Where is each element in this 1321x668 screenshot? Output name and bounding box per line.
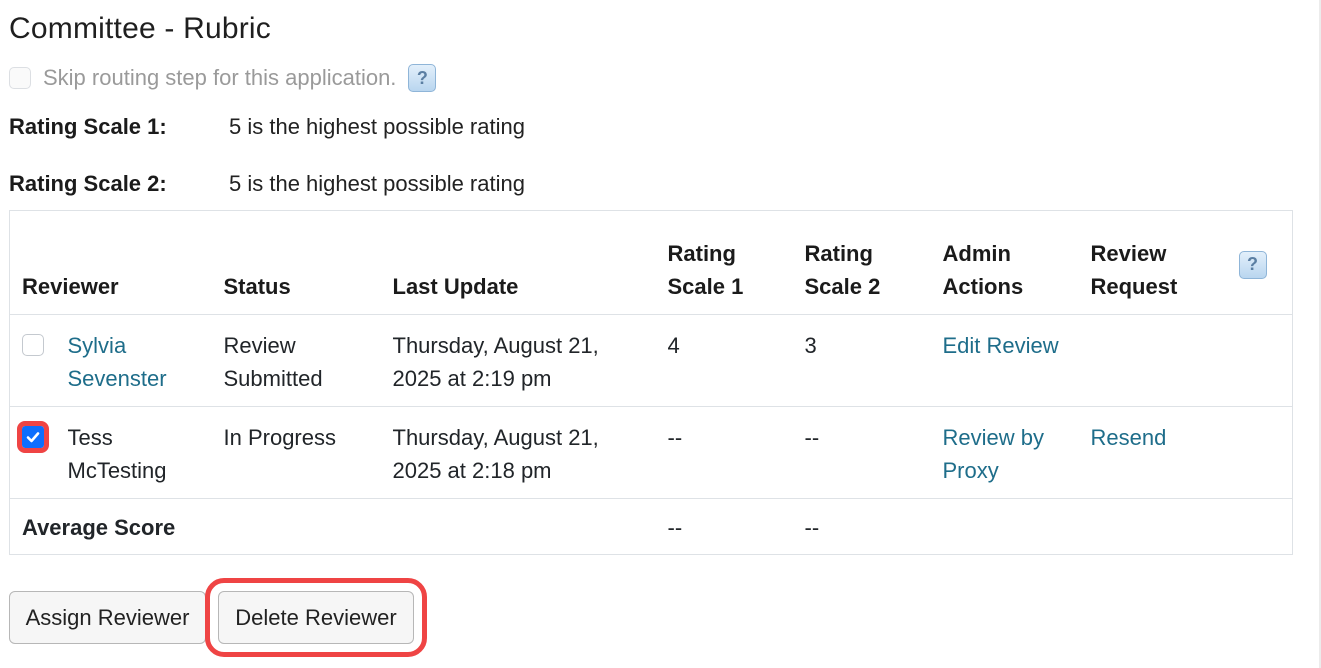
reviewers-table: Reviewer Status Last Update Rating Scale … [9,210,1293,555]
checkmark-icon [26,432,40,443]
status-cell: In Progress [223,406,393,499]
header-review-request: Review Request [1090,241,1178,299]
header-help-cell: ? [1238,211,1293,315]
row-select-cell [9,314,68,407]
last-update-cell: Thursday, August 21, 2025 at 2:18 pm [392,406,668,499]
header-last-update: Last Update [392,274,519,299]
row-select-checkbox[interactable] [22,334,44,356]
empty-cell [942,498,1293,555]
average-score-row: Average Score -- -- [9,498,1293,555]
row-select-checkbox[interactable] [17,421,49,453]
rating-scale-2-cell: 3 [804,314,943,407]
header-admin-actions: Admin Actions [942,241,1024,299]
rating-scale-1-value: 5 is the highest possible rating [229,114,525,139]
review-request-cell: Resend [1090,406,1239,499]
skip-routing-checkbox[interactable] [9,67,31,89]
admin-actions-cell: Edit Review [942,314,1239,407]
reviewer-cell: Tess McTesting [67,406,224,499]
help-icon[interactable]: ? [408,64,437,92]
rating-scale-2-cell: -- [804,406,943,499]
table-row: Tess McTesting In Progress Thursday, Augu… [9,406,1293,499]
average-score-label: Average Score [9,498,668,555]
skip-routing-row: Skip routing step for this application. … [9,64,437,92]
rating-scale-1-label: Rating Scale 1: [9,114,167,139]
review-by-proxy-link[interactable]: Review by Proxy [943,425,1044,483]
last-update-cell: Thursday, August 21, 2025 at 2:19 pm [392,314,668,407]
reviewer-link[interactable]: Sylvia Sevenster [68,333,167,391]
header-status: Status [223,274,291,299]
row-select-cell [9,406,68,499]
table-row: Sylvia Sevenster Review Submitted Thursday… [9,314,1293,407]
resend-link[interactable]: Resend [1091,425,1167,450]
average-scale-2: -- [804,498,943,555]
delete-reviewer-button[interactable]: Delete Reviewer [205,578,427,657]
assign-reviewer-button[interactable]: Assign Reviewer [9,591,206,644]
rating-scale-2-label: Rating Scale 2: [9,171,167,196]
skip-routing-label: Skip routing step for this application. [43,65,397,90]
reviewer-cell: Sylvia Sevenster [67,314,224,407]
rating-scale-1-row: Rating Scale 1: 5 is the highest possibl… [9,114,525,140]
empty-cell [1238,314,1293,407]
edit-review-link[interactable]: Edit Review [943,333,1059,358]
help-icon[interactable]: ? [1238,250,1267,279]
rating-scale-2-value: 5 is the highest possible rating [229,171,525,196]
table-header-row: Reviewer Status Last Update Rating Scale … [10,211,1293,315]
status-cell: Review Submitted [223,314,393,407]
admin-actions-cell: Review by Proxy [942,406,1091,499]
header-rating-scale-1: Rating Scale 1 [667,241,744,299]
rating-scale-1-cell: -- [667,406,805,499]
rating-scale-2-row: Rating Scale 2: 5 is the highest possibl… [9,171,525,197]
empty-cell [1238,406,1293,499]
page-title: Committee - Rubric [9,12,271,45]
header-rating-scale-2: Rating Scale 2 [804,241,881,299]
rating-scale-1-cell: 4 [667,314,805,407]
header-reviewer: Reviewer [22,274,119,299]
average-scale-1: -- [667,498,805,555]
